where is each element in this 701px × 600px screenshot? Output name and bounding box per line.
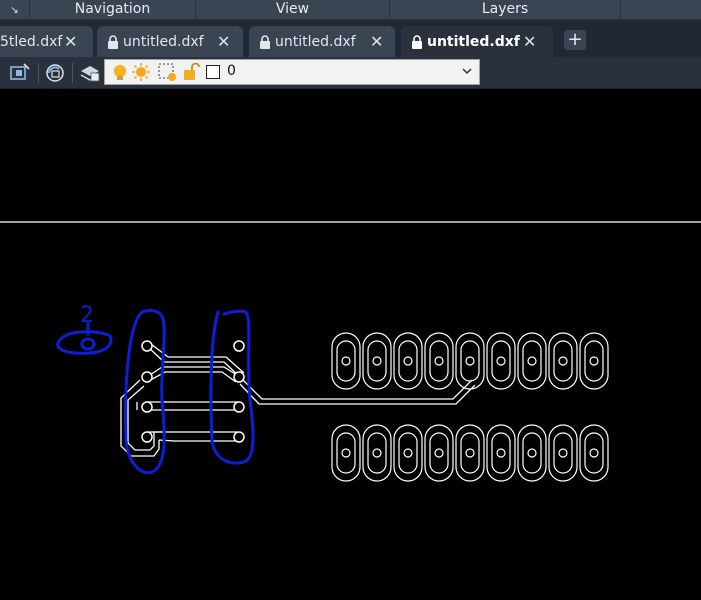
ribbon-panel-title-bar: ↘ Navigation View Layers: [0, 0, 701, 20]
pad[interactable]: [141, 431, 153, 443]
close-tab-icon[interactable]: ✕: [523, 32, 536, 51]
connector-pad-hole: [496, 448, 506, 458]
connector-pad-hole: [372, 356, 382, 366]
connector-pad-inner: [584, 340, 604, 382]
connector-pad-hole: [403, 356, 413, 366]
trace: [239, 383, 476, 405]
chevron-down-icon[interactable]: [461, 65, 473, 77]
file-tab-3[interactable]: untitled.dxf ✕: [249, 26, 395, 57]
connector-pad-hole: [372, 448, 382, 458]
drawing-canvas[interactable]: 2: [0, 89, 701, 600]
current-layer-name: 0: [227, 63, 236, 79]
panel-launcher-arrow-icon[interactable]: ↘: [0, 0, 30, 20]
connector-pad-hole: [403, 448, 413, 458]
connector-pad-hole: [558, 448, 568, 458]
connector-pad-inner: [336, 432, 356, 474]
connector-pad-inner: [491, 340, 511, 382]
layer-states-icon[interactable]: [78, 61, 102, 85]
connector-pad-inner: [584, 432, 604, 474]
connector-pad-inner: [553, 432, 573, 474]
toolbar-separator: [38, 63, 39, 83]
connector-pad-inner: [367, 432, 387, 474]
markup-pad-hole: [80, 337, 96, 351]
file-tab-label: untitled.dxf: [275, 33, 356, 50]
lock-icon: [108, 34, 118, 49]
pad[interactable]: [233, 401, 245, 413]
new-tab-button[interactable]: +: [564, 30, 586, 50]
pad[interactable]: [141, 340, 153, 352]
connector-pad-inner: [429, 340, 449, 382]
markup-number: 2: [80, 303, 94, 328]
markup-ink: [56, 309, 255, 475]
connector-pad-hole: [589, 356, 599, 366]
file-tab-label: untitled.dxf: [123, 33, 204, 50]
connector-pad-hole: [465, 356, 475, 366]
layer-thaw-icon[interactable]: [131, 62, 151, 82]
file-tab-2[interactable]: untitled.dxf ✕: [97, 26, 243, 57]
pad[interactable]: [233, 431, 245, 443]
connector-row-top: [331, 332, 609, 390]
connector-pad-hole: [589, 448, 599, 458]
pad[interactable]: [233, 340, 245, 352]
connector-pad-hole: [558, 356, 568, 366]
file-tab-label: untitled.dxf: [427, 33, 520, 50]
connector-pad-inner: [398, 432, 418, 474]
layer-color-swatch[interactable]: [206, 65, 220, 79]
connector-pad-inner: [460, 432, 480, 474]
lock-icon: [412, 34, 422, 49]
layer-unlock-icon[interactable]: [181, 62, 201, 82]
file-tab-1[interactable]: 5tled.dxf ✕: [0, 26, 93, 57]
connector-pad-inner: [367, 340, 387, 382]
connector-pad-hole: [465, 448, 475, 458]
markup-outline-right: [209, 309, 255, 465]
close-tab-icon[interactable]: ✕: [217, 32, 230, 51]
connector-pad-hole: [341, 356, 351, 366]
connector-pad-hole: [496, 356, 506, 366]
layer-match-icon[interactable]: [8, 61, 32, 85]
layer-previous-icon[interactable]: [43, 61, 67, 85]
connector-pad-hole: [527, 356, 537, 366]
connector-pad-inner: [398, 340, 418, 382]
panel-title-view[interactable]: View: [196, 0, 390, 20]
layer-viewport-freeze-icon[interactable]: [157, 62, 179, 84]
connector-pad-inner: [522, 340, 542, 382]
connector-pad-inner: [491, 432, 511, 474]
connector-pad-inner: [553, 340, 573, 382]
lock-icon: [260, 34, 270, 49]
panel-title-navigation[interactable]: Navigation: [30, 0, 196, 20]
connector-pad-hole: [527, 448, 537, 458]
drawing-svg[interactable]: 2: [0, 89, 701, 600]
markup-pad-sketch: [56, 330, 113, 355]
toolbar-separator: [72, 63, 73, 83]
trace: [158, 439, 238, 442]
file-tab-label: 5tled.dxf: [0, 33, 63, 50]
connector-pad-hole: [434, 356, 444, 366]
layer-dropdown[interactable]: 0: [104, 59, 480, 85]
connector-pad-inner: [522, 432, 542, 474]
connector-pad-hole: [341, 448, 351, 458]
panel-title-layers[interactable]: Layers: [390, 0, 621, 20]
connector-pad-inner: [336, 340, 356, 382]
connector-pad-hole: [434, 448, 444, 458]
pad[interactable]: [141, 401, 153, 413]
pad[interactable]: [141, 371, 153, 383]
trace: [146, 371, 237, 383]
pad[interactable]: [233, 371, 245, 383]
connector-pad-inner: [429, 432, 449, 474]
close-tab-icon[interactable]: ✕: [64, 32, 77, 51]
connector-pad-inner: [460, 340, 480, 382]
layer-on-icon[interactable]: [111, 63, 129, 83]
file-tab-active[interactable]: untitled.dxf ✕: [401, 26, 553, 57]
close-tab-icon[interactable]: ✕: [370, 32, 383, 51]
file-tab-bar: 5tled.dxf ✕ untitled.dxf ✕ untitled.dxf …: [0, 20, 701, 57]
connector-row-bottom: [331, 424, 609, 482]
